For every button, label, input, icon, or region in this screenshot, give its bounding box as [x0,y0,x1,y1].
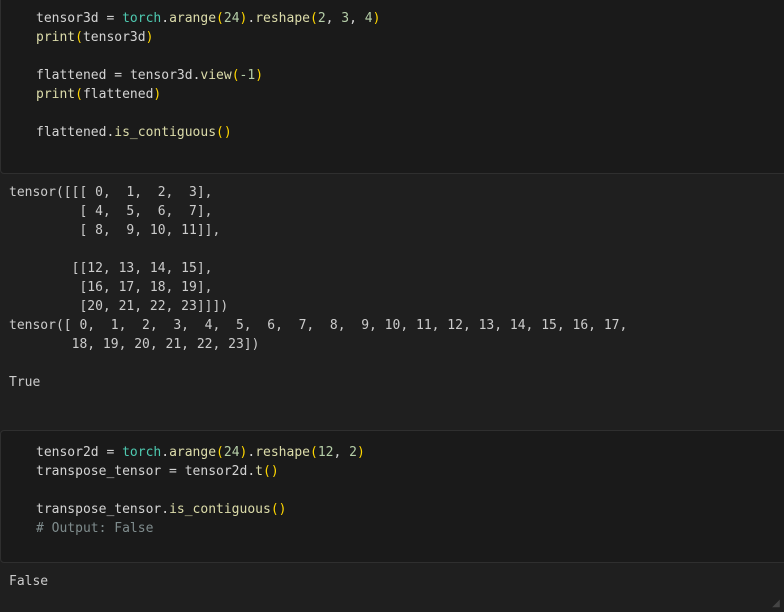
code-token: tensor3d [129,68,193,83]
output-line: [20, 21, 22, 23]]]) [9,299,229,314]
code-token: tensor3d [36,11,99,26]
code-token: ( [309,445,318,460]
code-token: ) [356,445,365,460]
code-token: 2 [349,445,357,460]
code-token: ( [309,11,318,26]
code-line: tensor2d = torch.arange(24).reshape(12, … [36,443,365,462]
code-token: flattened [36,125,107,140]
code-token: arange [169,445,217,460]
code-cell[interactable]: tensor2d = torch.arange(24).reshape(12, … [0,430,784,563]
code-token: tensor2d [36,445,99,460]
code-token: reshape [255,445,310,460]
code-token: = [106,68,130,83]
code-token: ) [255,68,264,83]
output-line: [ 4, 5, 6, 7], [9,204,213,219]
code-token: ( [231,68,240,83]
code-token: 24 [223,11,240,26]
output-line: 18, 19, 20, 21, 22, 23]) [9,337,260,352]
code-token: () [216,125,232,140]
code-token: view [200,68,232,83]
code-line: transpose_tensor.is_contiguous() [36,500,286,519]
code-token: ( [75,87,83,102]
code-token: = [98,11,123,26]
code-token: 4 [364,11,373,26]
code-token: = [161,464,185,479]
code-line: tensor3d = torch.arange(24).reshape(2, 3… [36,9,380,28]
code-line: # Output: False [36,519,153,538]
notebook: tensor3d = torch.arange(24).reshape(2, 3… [0,0,784,612]
code-token: . [161,502,170,517]
code-token: ) [145,30,154,45]
output-line: [16, 17, 18, 19], [9,280,213,295]
code-token: torch [122,11,162,26]
code-token: 12 [317,445,334,460]
code-line: print(flattened) [36,85,161,104]
code-token: 3 [341,11,350,26]
code-token: . [247,11,256,26]
output-line: [[12, 13, 14, 15], [9,261,213,276]
code-token: , [333,445,350,460]
code-token: 2 [317,11,326,26]
code-token: , [325,11,342,26]
code-token: reshape [255,11,310,26]
code-line: flattened = tensor3d.view(-1) [36,66,263,85]
code-token: flattened [82,87,154,102]
output-line: False [9,574,49,589]
code-token: () [263,464,279,479]
code-line: flattened.is_contiguous() [36,123,232,142]
code-token: . [247,464,256,479]
code-token: . [161,11,170,26]
output-line: True [9,375,41,390]
code-token: t [255,464,263,479]
code-token: ( [216,11,224,26]
code-token: ) [153,87,162,102]
code-token: arange [169,11,217,26]
code-token: is_contiguous [114,125,217,140]
code-token: ) [372,11,381,26]
code-line: print(tensor3d) [36,28,153,47]
code-line: transpose_tensor = tensor2d.t() [36,462,279,481]
output-line: tensor([ 0, 1, 2, 3, 4, 5, 6, 7, 8, 9, 1… [9,318,628,333]
code-token: transpose_tensor [36,464,162,479]
resize-grip-icon[interactable]: ◢ [770,598,782,610]
code-token: flattened [36,68,107,83]
code-token: = [98,445,123,460]
code-token: . [247,445,256,460]
code-token: , [349,11,365,26]
output-line: tensor([[[ 0, 1, 2, 3], [9,185,213,200]
code-token: transpose_tensor [36,502,162,517]
code-token: . [161,445,170,460]
code-token: () [270,502,287,517]
code-token: 24 [223,445,240,460]
code-token: torch [122,445,162,460]
code-token: # Output: False [36,521,154,536]
code-token: tensor2d [184,464,248,479]
code-token: print [36,30,76,45]
code-token: ( [75,30,83,45]
code-token: is_contiguous [169,502,271,517]
code-cell[interactable]: tensor3d = torch.arange(24).reshape(2, 3… [0,0,784,174]
code-token: tensor3d [82,30,146,45]
code-token: -1 [239,68,256,83]
code-token: print [36,87,76,102]
code-token: ( [216,445,224,460]
output-line: [ 8, 9, 10, 11]], [9,223,221,238]
